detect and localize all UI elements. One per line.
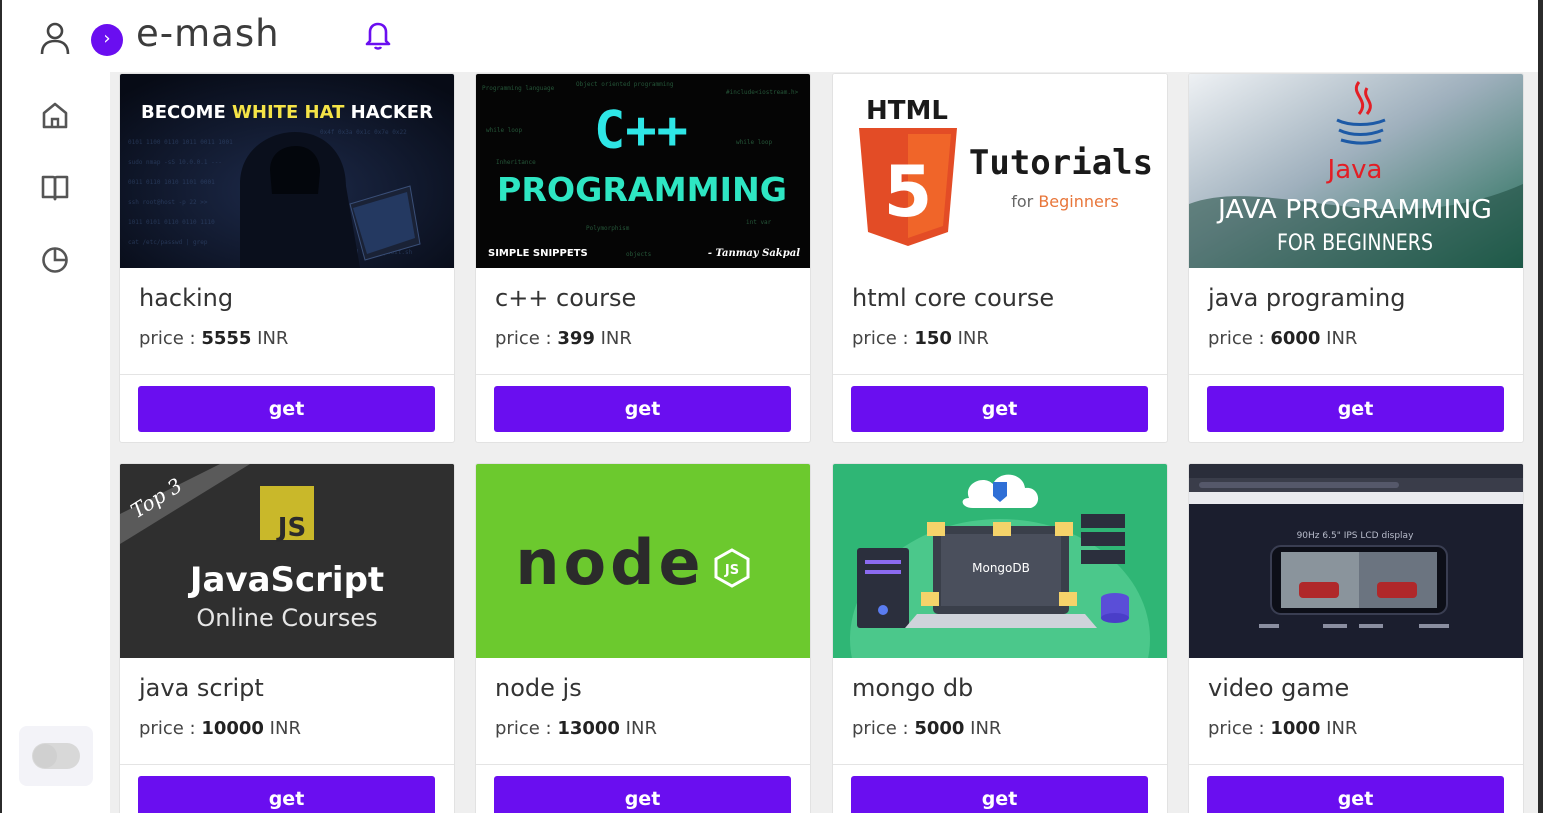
svg-text:Tutorials: Tutorials — [969, 143, 1153, 183]
home-icon[interactable] — [38, 98, 72, 132]
svg-text:SIMPLE SNIPPETS: SIMPLE SNIPPETS — [488, 248, 588, 259]
get-button[interactable]: get — [494, 776, 791, 813]
course-card-nodejs: node JS node js price : 13000 INR get — [475, 463, 811, 813]
svg-text:0101 1100 0110 1011 0011 1001: 0101 1100 0110 1011 0011 1001 — [128, 139, 233, 146]
course-grid: 0101 1100 0110 1011 0011 1001 sudo nmap … — [110, 72, 1538, 813]
course-title: java programing — [1208, 284, 1406, 312]
course-card-javascript: Top 3 JS JavaScript Online Courses java … — [119, 463, 455, 813]
get-button[interactable]: get — [851, 776, 1148, 813]
svg-text:JS: JS — [724, 563, 739, 578]
user-icon[interactable] — [38, 20, 72, 56]
course-thumbnail[interactable]: HTML 5 Tutorials for Beginners — [833, 74, 1167, 268]
course-thumbnail[interactable]: 0101 1100 0110 1011 0011 1001 sudo nmap … — [120, 74, 454, 268]
course-title: mongo db — [852, 674, 974, 702]
svg-text:- Tanmay Sakpal: - Tanmay Sakpal — [708, 248, 800, 259]
course-title: hacking — [139, 284, 234, 312]
course-price: price : 6000 INR — [1208, 328, 1358, 349]
get-button[interactable]: get — [1207, 776, 1504, 813]
get-button[interactable]: get — [851, 386, 1148, 432]
course-card-html: HTML 5 Tutorials for Beginners html core… — [832, 73, 1168, 443]
window-border-right — [1538, 0, 1543, 813]
svg-text:JavaScript: JavaScript — [188, 560, 384, 600]
svg-text:HTML: HTML — [866, 96, 948, 126]
svg-text:sudo nmap -sS 10.0.0.1 ---: sudo nmap -sS 10.0.0.1 --- — [128, 159, 222, 166]
course-title: html core course — [852, 284, 1055, 312]
card-divider — [1189, 764, 1523, 765]
svg-text:Polymorphism: Polymorphism — [586, 225, 630, 232]
course-title: java script — [139, 674, 264, 702]
course-price: price : 5555 INR — [139, 328, 289, 349]
course-card-mongodb: MongoDB mongo db price : 5000 INR get — [832, 463, 1168, 813]
brand-toggle-button[interactable]: › — [91, 24, 123, 56]
svg-text:Programming language: Programming language — [482, 85, 555, 92]
card-divider — [833, 764, 1167, 765]
svg-text:objects: objects — [626, 251, 652, 258]
svg-text:MongoDB: MongoDB — [972, 561, 1030, 575]
svg-text:FOR BEGINNERS: FOR BEGINNERS — [1277, 231, 1433, 256]
course-thumbnail[interactable]: MongoDB — [833, 464, 1167, 658]
svg-text:for Beginners: for Beginners — [1011, 192, 1119, 211]
clock-icon[interactable] — [38, 243, 72, 277]
window-border-left — [0, 0, 2, 813]
course-title: node js — [495, 674, 582, 702]
sidebar — [0, 72, 110, 813]
card-divider — [120, 764, 454, 765]
card-divider — [833, 374, 1167, 375]
svg-text:PROGRAMMING: PROGRAMMING — [497, 170, 787, 209]
svg-text:Inheritance: Inheritance — [496, 159, 536, 166]
card-divider — [120, 374, 454, 375]
course-thumbnail[interactable]: Programming language Object oriented pro… — [476, 74, 810, 268]
course-card-cpp: Programming language Object oriented pro… — [475, 73, 811, 443]
course-price: price : 1000 INR — [1208, 718, 1358, 739]
svg-text:1011 0101 0110 0110 1110: 1011 0101 0110 0110 1110 — [128, 219, 215, 226]
course-card-java: Java JAVA PROGRAMMING FOR BEGINNERS java… — [1188, 73, 1524, 443]
svg-text:#include<iostream.h>: #include<iostream.h> — [726, 89, 799, 96]
card-divider — [1189, 374, 1523, 375]
svg-text:Online Courses: Online Courses — [196, 604, 377, 632]
svg-text:while loop: while loop — [486, 127, 523, 134]
course-price: price : 150 INR — [852, 328, 989, 349]
brand-name: e-mash — [136, 12, 280, 55]
course-thumbnail[interactable]: 90Hz 6.5" IPS LCD display — [1189, 464, 1523, 658]
top-bar: › e-mash — [0, 0, 1543, 72]
book-icon[interactable] — [38, 170, 72, 204]
svg-text:90Hz 6.5" IPS LCD display: 90Hz 6.5" IPS LCD display — [1297, 531, 1414, 541]
course-card-hacking: 0101 1100 0110 1011 0011 1001 sudo nmap … — [119, 73, 455, 443]
bell-icon[interactable] — [364, 20, 392, 50]
svg-text:node: node — [515, 526, 704, 599]
card-divider — [476, 764, 810, 765]
course-card-video-game: 90Hz 6.5" IPS LCD display video game pri… — [1188, 463, 1524, 813]
course-thumbnail[interactable]: Java JAVA PROGRAMMING FOR BEGINNERS — [1189, 74, 1523, 268]
svg-text:cat /etc/passwd | grep: cat /etc/passwd | grep — [128, 239, 208, 246]
theme-toggle-knob[interactable] — [33, 744, 57, 768]
svg-text:Java: Java — [1326, 155, 1383, 185]
course-price: price : 5000 INR — [852, 718, 1002, 739]
svg-text:JS: JS — [276, 513, 306, 543]
course-thumbnail[interactable]: node JS — [476, 464, 810, 658]
svg-text:while loop: while loop — [736, 139, 773, 146]
get-button[interactable]: get — [1207, 386, 1504, 432]
svg-text:C++: C++ — [594, 101, 688, 161]
theme-toggle[interactable] — [32, 743, 80, 769]
svg-text:JAVA PROGRAMMING: JAVA PROGRAMMING — [1216, 195, 1492, 225]
course-title: video game — [1208, 674, 1350, 702]
svg-text:Object oriented programming: Object oriented programming — [576, 81, 674, 88]
course-price: price : 13000 INR — [495, 718, 657, 739]
get-button[interactable]: get — [494, 386, 791, 432]
card-divider — [476, 374, 810, 375]
svg-text:0x4f 0x3a 0x1c 0x7e 0x22: 0x4f 0x3a 0x1c 0x7e 0x22 — [320, 129, 407, 136]
svg-text:ssh root@host -p 22 >>: ssh root@host -p 22 >> — [128, 199, 208, 206]
get-button[interactable]: get — [138, 776, 435, 813]
svg-text:int var: int var — [746, 219, 772, 226]
course-thumbnail[interactable]: Top 3 JS JavaScript Online Courses — [120, 464, 454, 658]
course-price: price : 10000 INR — [139, 718, 301, 739]
svg-text:0011 0110 1010 1101 0001: 0011 0110 1010 1101 0001 — [128, 179, 215, 186]
svg-text:5: 5 — [884, 151, 933, 233]
theme-toggle-container — [19, 726, 93, 786]
get-button[interactable]: get — [138, 386, 435, 432]
course-title: c++ course — [495, 284, 637, 312]
course-price: price : 399 INR — [495, 328, 632, 349]
svg-text:BECOME WHITE HAT HACKER: BECOME WHITE HAT HACKER — [141, 102, 433, 123]
